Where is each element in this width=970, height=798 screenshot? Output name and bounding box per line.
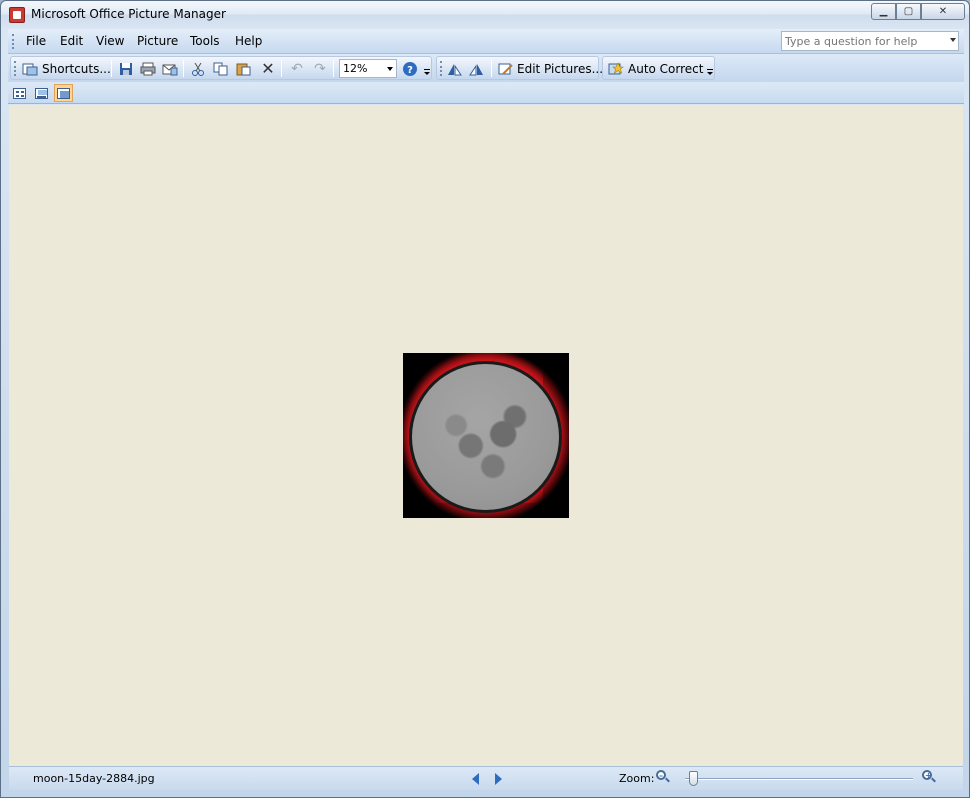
filmstrip-view-icon (35, 87, 48, 99)
zoom-out-icon[interactable]: – (656, 770, 670, 784)
zoom-combo-value: 12% (343, 62, 368, 75)
thumbnail-view-icon (13, 87, 26, 99)
toolbar-options-icon[interactable] (423, 65, 431, 77)
window-title: Microsoft Office Picture Manager (31, 7, 226, 21)
status-bar: moon-15day-2884.jpg Zoom: – + (9, 766, 963, 790)
cut-icon[interactable] (189, 60, 207, 77)
picture-canvas[interactable] (9, 105, 963, 766)
window-controls: ▁ ▢ ✕ (871, 3, 965, 20)
rotate-left-icon[interactable] (445, 60, 463, 77)
zoom-in-handle (931, 777, 936, 783)
undo-icon[interactable]: ↶ (288, 60, 306, 77)
menubar-grip[interactable] (12, 34, 15, 49)
maximize-button[interactable]: ▢ (896, 3, 921, 20)
thumbnail-view-button[interactable] (10, 84, 29, 102)
moon-image (409, 361, 562, 513)
menu-file[interactable]: File (26, 34, 46, 48)
help-icon[interactable]: ? (401, 60, 419, 77)
next-picture-icon[interactable] (495, 773, 502, 785)
toolbar-separator (183, 60, 184, 77)
toolbar-separator (281, 60, 282, 77)
title-bar[interactable]: Microsoft Office Picture Manager ▁ ▢ ✕ (1, 1, 969, 28)
zoom-in-icon[interactable]: + (922, 770, 936, 784)
menu-help[interactable]: Help (235, 34, 262, 48)
rotate-right-icon[interactable] (468, 60, 486, 77)
zoom-slider-thumb[interactable] (688, 771, 698, 786)
app-window: Microsoft Office Picture Manager ▁ ▢ ✕ F… (0, 0, 970, 798)
toolbar-grip[interactable] (14, 61, 17, 76)
help-search-box[interactable] (781, 31, 959, 51)
toolbar-separator (111, 60, 112, 77)
print-icon[interactable] (139, 60, 157, 77)
menu-view[interactable]: View (96, 34, 124, 48)
shortcuts-button[interactable]: Shortcuts... (42, 62, 111, 76)
single-picture-view-button[interactable] (54, 84, 73, 102)
toolbar-grip[interactable] (440, 61, 443, 76)
redo-icon[interactable]: ↷ (311, 60, 329, 77)
zoom-dropdown-arrow-icon[interactable] (387, 67, 393, 71)
auto-correct-icon[interactable] (607, 60, 625, 77)
menu-tools[interactable]: Tools (190, 34, 220, 48)
previous-picture-icon[interactable] (472, 773, 479, 785)
delete-icon[interactable]: ✕ (259, 59, 277, 78)
rotate-toolbar: Edit Pictures... (436, 56, 603, 80)
save-icon[interactable] (117, 60, 135, 77)
toolbar-row: Shortcuts... ✕ ↶ ↷ 12% ? Edit Pictures..… (8, 54, 964, 82)
picture-preview[interactable] (403, 353, 569, 518)
picture-manager-icon (9, 7, 25, 23)
minimize-button[interactable]: ▁ (871, 3, 896, 20)
toolbar-separator (333, 60, 334, 77)
auto-correct-button[interactable]: Auto Correct (628, 62, 703, 76)
zoom-label: Zoom: (619, 772, 655, 785)
zoom-out-handle (665, 777, 670, 783)
autocorrect-toolbar: Auto Correct (602, 56, 715, 80)
edit-pictures-icon[interactable] (497, 60, 515, 77)
edit-pictures-button[interactable]: Edit Pictures... (517, 62, 603, 76)
filmstrip-view-button[interactable] (32, 84, 51, 102)
copy-icon[interactable] (212, 60, 230, 77)
menu-bar: File Edit View Picture Tools Help (8, 29, 964, 54)
zoom-combo[interactable]: 12% (339, 59, 397, 78)
help-dropdown-arrow-icon[interactable] (950, 38, 956, 42)
single-picture-view-icon (57, 87, 70, 99)
toolbar-separator (491, 60, 492, 77)
menu-picture[interactable]: Picture (137, 34, 178, 48)
view-toolbar (8, 82, 964, 104)
zoom-slider-track[interactable] (685, 778, 913, 780)
standard-toolbar: Shortcuts... ✕ ↶ ↷ 12% ? (10, 56, 432, 80)
menu-edit[interactable]: Edit (60, 34, 83, 48)
close-button[interactable]: ✕ (921, 3, 965, 20)
svg-text:?: ? (407, 65, 413, 76)
toolbar-options-icon[interactable] (706, 65, 714, 77)
paste-icon[interactable] (235, 60, 253, 77)
shortcuts-icon[interactable] (21, 60, 39, 77)
zoom-out-minus: – (659, 771, 663, 780)
help-search-input[interactable] (782, 32, 942, 50)
email-icon[interactable] (161, 60, 179, 77)
zoom-in-plus: + (925, 771, 932, 780)
current-filename: moon-15day-2884.jpg (33, 772, 155, 785)
